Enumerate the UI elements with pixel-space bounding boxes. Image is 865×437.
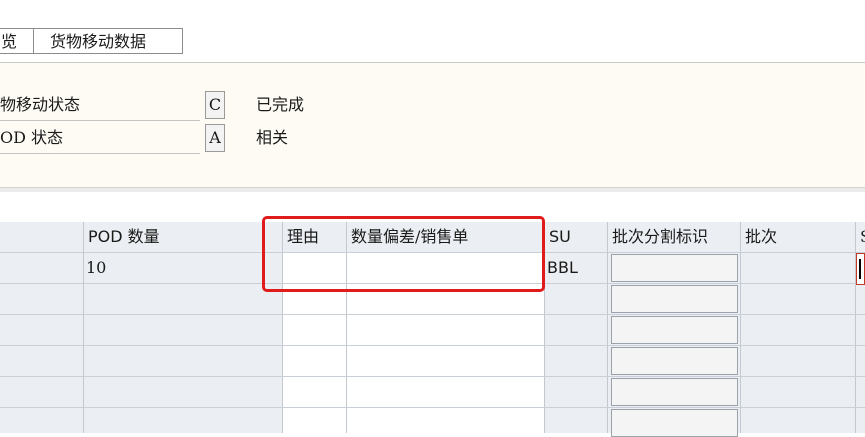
pod-qty-cell: 10 — [86, 258, 107, 277]
tab-overview-label: 览 — [1, 32, 18, 51]
pod-status-text: 相关 — [256, 128, 289, 147]
row-divider — [0, 376, 865, 377]
row-divider — [0, 407, 865, 408]
column-divider — [83, 222, 84, 433]
batch-split-input[interactable] — [611, 285, 738, 313]
batch-split-input[interactable] — [611, 254, 738, 282]
tab-strip: 览 货物移动数据 — [0, 0, 865, 63]
column-divider — [607, 222, 608, 433]
text-cursor — [859, 259, 861, 279]
tab-overview[interactable]: 览 — [0, 28, 34, 54]
column-divider — [740, 222, 741, 433]
goods-movement-status-text: 已完成 — [256, 95, 305, 114]
row-divider — [0, 345, 865, 346]
tab-goods-movement-data-label: 货物移动数据 — [50, 32, 147, 51]
batch-split-input[interactable] — [611, 347, 738, 375]
column-header-s[interactable]: S — [856, 222, 865, 252]
column-header-batch[interactable]: 批次 — [741, 222, 855, 252]
su-cell: BBL — [547, 258, 578, 277]
column-header-batch-split[interactable]: 批次分割标识 — [608, 222, 740, 252]
column-header-pod-qty[interactable]: POD 数量 — [84, 222, 282, 252]
status-panel — [0, 63, 865, 187]
goods-movement-status-label: 物移动状态 — [0, 95, 81, 114]
batch-split-input[interactable] — [611, 378, 738, 406]
pod-status-label: OD 状态 — [0, 128, 64, 147]
highlight-box — [262, 216, 545, 292]
row-divider — [0, 314, 865, 315]
divider — [0, 120, 200, 121]
column-header-su[interactable]: SU — [545, 222, 607, 252]
batch-split-input[interactable] — [611, 316, 738, 344]
divider — [0, 153, 200, 154]
tab-goods-movement-data[interactable]: 货物移动数据 — [33, 28, 183, 54]
goods-movement-status-code[interactable]: C — [205, 91, 225, 119]
pod-status-code[interactable]: A — [205, 124, 225, 152]
